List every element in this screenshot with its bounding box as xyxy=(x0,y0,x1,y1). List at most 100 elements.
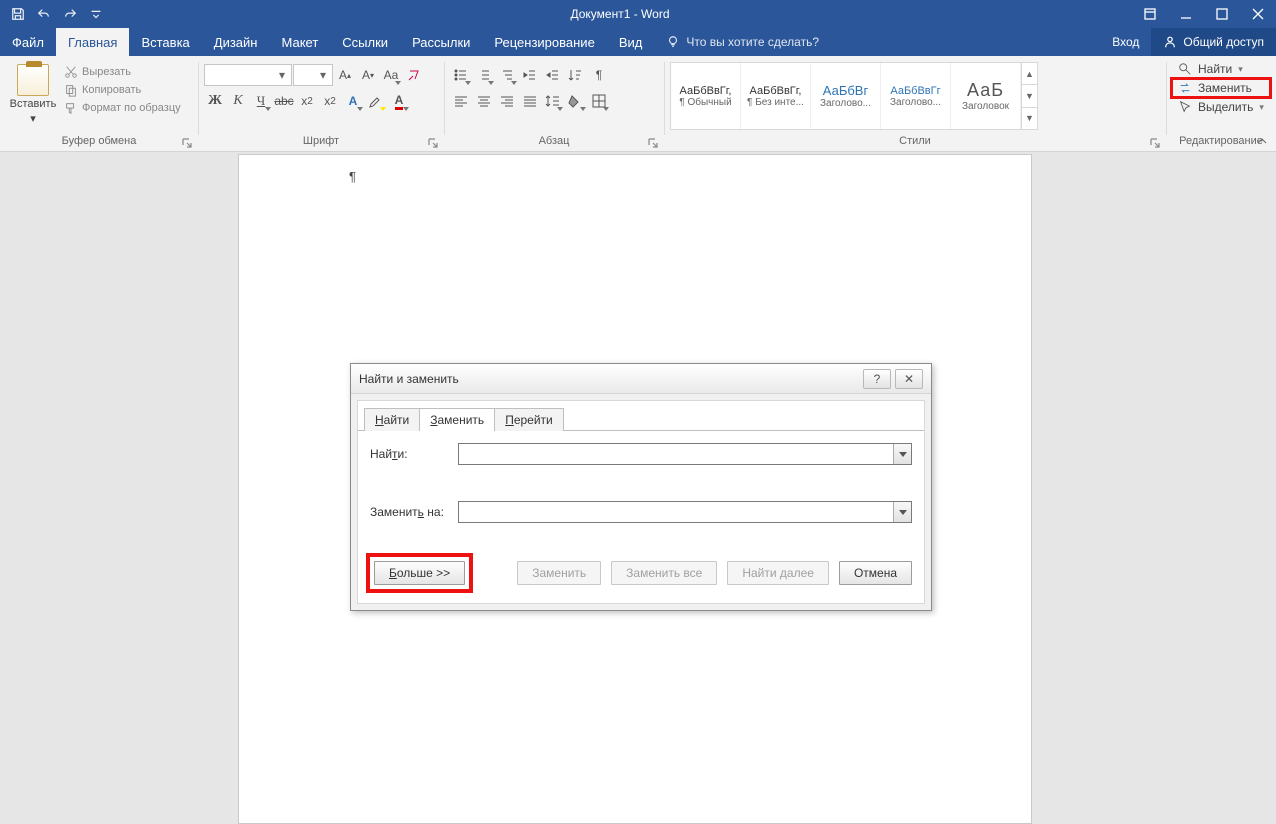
superscript-button[interactable]: x2 xyxy=(319,90,341,112)
styles-launcher-icon[interactable] xyxy=(1150,137,1162,149)
collapse-ribbon-icon[interactable] xyxy=(1256,135,1270,149)
tell-me-search[interactable]: Что вы хотите сделать? xyxy=(666,28,819,56)
replace-with-input[interactable] xyxy=(458,501,912,523)
numbering-button[interactable] xyxy=(473,64,495,86)
highlight-button[interactable] xyxy=(365,90,387,112)
tab-view[interactable]: Вид xyxy=(607,28,655,56)
qat-customize-icon[interactable] xyxy=(84,2,108,26)
line-spacing-button[interactable] xyxy=(542,90,564,112)
style-no-spacing[interactable]: АаБбВвГг,¶ Без инте... xyxy=(741,63,811,129)
tab-design[interactable]: Дизайн xyxy=(202,28,270,56)
align-left-button[interactable] xyxy=(450,90,472,112)
find-what-input[interactable] xyxy=(458,443,912,465)
group-paragraph: ¶ Абзац xyxy=(444,56,664,151)
font-name-combo[interactable]: ▾ xyxy=(204,64,292,86)
more-button-highlight: Больше >> xyxy=(370,557,469,589)
more-button[interactable]: Больше >> xyxy=(374,561,465,585)
shading-button[interactable] xyxy=(565,90,587,112)
grow-font-button[interactable]: A▴ xyxy=(334,64,356,86)
style-title[interactable]: АаБЗаголовок xyxy=(951,63,1021,129)
group-font: ▾ ▾ A▴ A▾ Aa Ж К Ч abc x2 x2 A A Шрифт xyxy=(198,56,444,151)
font-color-button[interactable]: A xyxy=(388,90,410,112)
justify-button[interactable] xyxy=(519,90,541,112)
maximize-icon[interactable] xyxy=(1204,0,1240,28)
change-case-button[interactable]: Aa xyxy=(380,64,402,86)
styles-gallery[interactable]: АаБбВвГг,¶ Обычный АаБбВвГг,¶ Без инте..… xyxy=(670,62,1038,130)
cancel-button[interactable]: Отмена xyxy=(839,561,912,585)
font-launcher-icon[interactable] xyxy=(428,137,440,149)
bold-button[interactable]: Ж xyxy=(204,90,226,112)
tab-file[interactable]: Файл xyxy=(0,28,56,56)
save-icon[interactable] xyxy=(6,2,30,26)
gallery-down-icon[interactable]: ▼ xyxy=(1022,84,1037,106)
replace-one-button[interactable]: Заменить xyxy=(517,561,601,585)
ribbon-options-icon[interactable] xyxy=(1132,0,1168,28)
subscript-button[interactable]: x2 xyxy=(296,90,318,112)
paragraph-launcher-icon[interactable] xyxy=(648,137,660,149)
replace-with-label: Заменить на: xyxy=(370,505,458,519)
multilevel-button[interactable] xyxy=(496,64,518,86)
clear-format-button[interactable] xyxy=(403,64,425,86)
replace-all-button[interactable]: Заменить все xyxy=(611,561,717,585)
group-paragraph-label: Абзац xyxy=(450,133,658,149)
signin-button[interactable]: Вход xyxy=(1100,28,1151,56)
dialog-tab-goto[interactable]: Перейти xyxy=(494,408,564,431)
text-effects-button[interactable]: A xyxy=(342,90,364,112)
replace-history-dropdown[interactable] xyxy=(893,502,911,522)
dialog-tab-find[interactable]: Найти xyxy=(364,408,420,431)
find-history-dropdown[interactable] xyxy=(893,444,911,464)
tab-home[interactable]: Главная xyxy=(56,28,129,56)
borders-button[interactable] xyxy=(588,90,610,112)
select-button[interactable]: Выделить ▾ xyxy=(1172,98,1270,116)
replace-with-field[interactable] xyxy=(459,502,893,522)
italic-button[interactable]: К xyxy=(227,90,249,112)
redo-icon[interactable] xyxy=(58,2,82,26)
gallery-more-icon[interactable]: ▼ xyxy=(1022,107,1037,129)
increase-indent-button[interactable] xyxy=(542,64,564,86)
undo-icon[interactable] xyxy=(32,2,56,26)
gallery-scroll: ▲ ▼ ▼ xyxy=(1021,63,1037,129)
replace-with-row: Заменить на: xyxy=(370,501,912,523)
find-next-button[interactable]: Найти далее xyxy=(727,561,829,585)
cut-button[interactable]: Вырезать xyxy=(60,64,185,80)
copy-button[interactable]: Копировать xyxy=(60,82,185,98)
dialog-tab-replace[interactable]: Заменить xyxy=(419,408,495,431)
ribbon-tabstrip: Файл Главная Вставка Дизайн Макет Ссылки… xyxy=(0,28,1276,56)
decrease-indent-button[interactable] xyxy=(519,64,541,86)
paste-button[interactable]: Вставить ▾ xyxy=(6,60,60,125)
find-what-label: Найти: xyxy=(370,447,458,461)
dialog-titlebar[interactable]: Найти и заменить ? ✕ xyxy=(351,364,931,394)
tab-insert[interactable]: Вставка xyxy=(129,28,201,56)
shrink-font-button[interactable]: A▾ xyxy=(357,64,379,86)
copy-icon xyxy=(64,83,78,97)
tab-review[interactable]: Рецензирование xyxy=(482,28,606,56)
format-painter-button[interactable]: Формат по образцу xyxy=(60,100,185,116)
clipboard-launcher-icon[interactable] xyxy=(182,137,194,149)
sort-button[interactable] xyxy=(565,64,587,86)
style-heading1[interactable]: АаБбВгЗаголово... xyxy=(811,63,881,129)
underline-button[interactable]: Ч xyxy=(250,90,272,112)
find-button[interactable]: Найти ▾ xyxy=(1172,60,1270,78)
tab-layout[interactable]: Макет xyxy=(269,28,330,56)
align-center-button[interactable] xyxy=(473,90,495,112)
style-heading2[interactable]: АаБбВвГгЗаголово... xyxy=(881,63,951,129)
tab-references[interactable]: Ссылки xyxy=(330,28,400,56)
gallery-up-icon[interactable]: ▲ xyxy=(1022,63,1037,84)
find-what-field[interactable] xyxy=(459,444,893,464)
find-label: Найти xyxy=(1198,62,1232,76)
bullets-button[interactable] xyxy=(450,64,472,86)
paragraph-mark: ¶ xyxy=(349,169,356,184)
close-icon[interactable] xyxy=(1240,0,1276,28)
dialog-help-button[interactable]: ? xyxy=(863,369,891,389)
font-size-combo[interactable]: ▾ xyxy=(293,64,333,86)
align-right-button[interactable] xyxy=(496,90,518,112)
show-marks-button[interactable]: ¶ xyxy=(588,64,610,86)
replace-button[interactable]: Заменить xyxy=(1172,79,1270,97)
minimize-icon[interactable] xyxy=(1168,0,1204,28)
dialog-close-button[interactable]: ✕ xyxy=(895,369,923,389)
strike-button[interactable]: abc xyxy=(273,90,295,112)
tab-mailings[interactable]: Рассылки xyxy=(400,28,482,56)
dialog-button-row: Больше >> Заменить Заменить все Найти да… xyxy=(370,551,912,589)
share-button[interactable]: Общий доступ xyxy=(1151,28,1276,56)
style-normal[interactable]: АаБбВвГг,¶ Обычный xyxy=(671,63,741,129)
